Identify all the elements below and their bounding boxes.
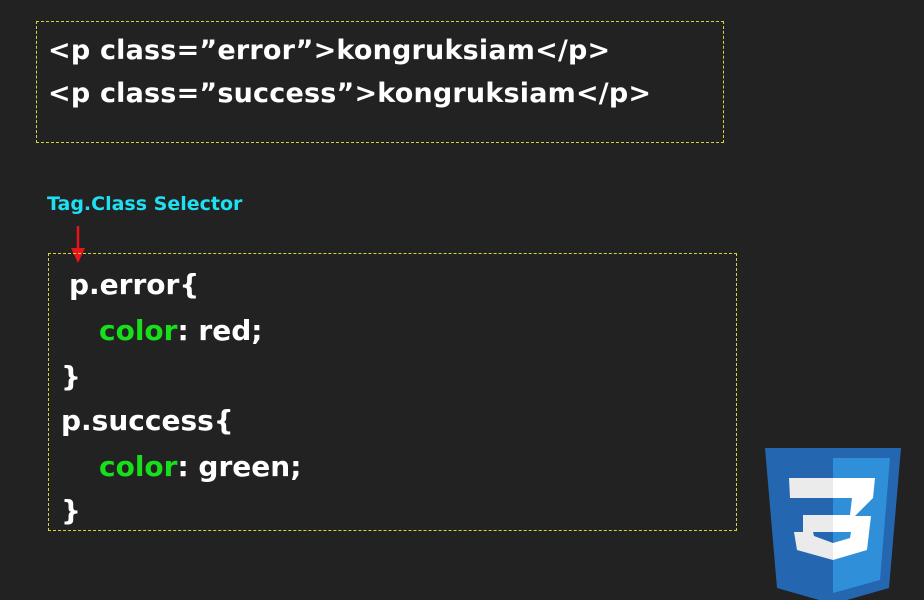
rule2-property: color xyxy=(99,450,178,483)
rule2-declaration: color: green; xyxy=(99,448,301,486)
rule2-selector: p.success{ xyxy=(61,404,234,437)
css3-logo-icon xyxy=(765,448,901,600)
rule1-property: color xyxy=(99,314,178,347)
rule1-close-brace: } xyxy=(61,360,81,393)
html-example-box: <p class=”error”>kongruksiam</p> <p clas… xyxy=(36,21,724,143)
selector-label: Tag.Class Selector xyxy=(47,193,243,215)
rule1-selector: p.error{ xyxy=(69,268,200,301)
rule2-value: : green; xyxy=(177,450,302,483)
rule1-value: : red; xyxy=(177,314,263,347)
css-example-box: p.error{ color: red; } p.success{ color:… xyxy=(48,253,737,531)
rule2-close-brace: } xyxy=(61,494,81,527)
html-line-success: <p class=”success”>kongruksiam</p> xyxy=(48,78,652,109)
rule1-declaration: color: red; xyxy=(99,312,262,350)
html-line-error: <p class=”error”>kongruksiam</p> xyxy=(48,35,611,66)
